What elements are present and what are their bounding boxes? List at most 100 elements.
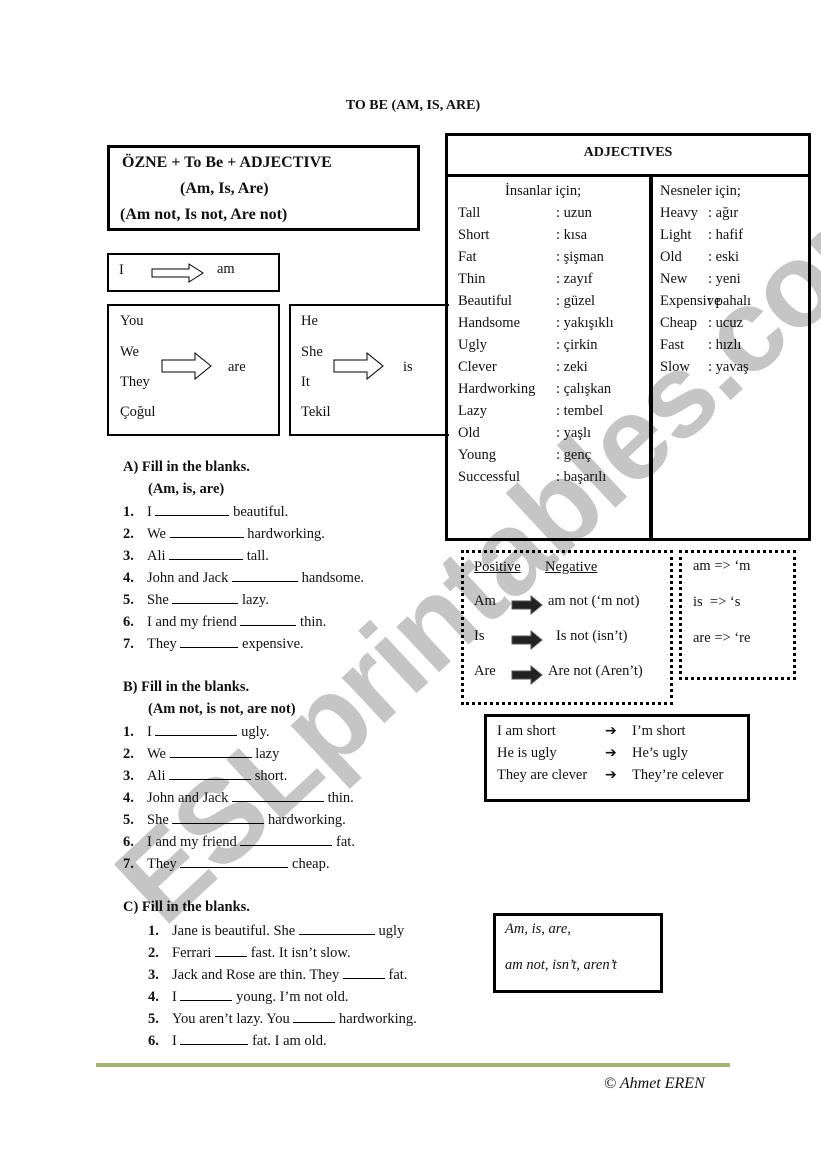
adjective-turkish: : yeni bbox=[708, 271, 741, 287]
pronoun: I bbox=[119, 262, 124, 278]
adjective-turkish: : pahalı bbox=[708, 293, 752, 309]
answer-blank[interactable] bbox=[231, 789, 324, 802]
positive-form: Is bbox=[474, 628, 485, 644]
column-divider bbox=[649, 174, 653, 538]
item-number: 3. bbox=[123, 548, 134, 564]
adjective-turkish: : güzel bbox=[556, 293, 596, 309]
exercise-item: 6. I and my friend fat. bbox=[123, 833, 355, 851]
answer-blank[interactable] bbox=[231, 569, 298, 582]
item-text-before: I and my friend bbox=[147, 834, 237, 850]
exercise-item: 3. Ali short. bbox=[123, 767, 287, 785]
item-text-before: Ali bbox=[147, 768, 166, 784]
item-number: 6. bbox=[123, 614, 134, 630]
item-text-before: I bbox=[147, 504, 152, 520]
exercise-item: 3. Jack and Rose are thin. They fat. bbox=[148, 966, 407, 984]
exercise-b-subheading: (Am not, is not, are not) bbox=[148, 701, 296, 717]
example-full: He is ugly bbox=[497, 745, 557, 761]
item-number: 2. bbox=[123, 526, 134, 542]
answer-blank[interactable] bbox=[172, 811, 265, 824]
answer-blank[interactable] bbox=[293, 1010, 336, 1023]
answer-blank[interactable] bbox=[172, 591, 239, 604]
item-number: 4. bbox=[123, 790, 134, 806]
negative-form: Is not (isn’t) bbox=[556, 628, 628, 644]
exercise-item: 4. John and Jack thin. bbox=[123, 789, 354, 807]
answer-blank[interactable] bbox=[240, 833, 333, 846]
item-text-after: lazy. bbox=[242, 592, 269, 608]
adjective-english: Tall bbox=[458, 205, 481, 221]
adjective-english: Heavy bbox=[660, 205, 698, 221]
arrow-right-icon bbox=[161, 352, 212, 380]
item-text-before: They bbox=[147, 636, 177, 652]
exercise-item: 5. She lazy. bbox=[123, 591, 269, 609]
pronoun-box-plural: You We They Çoğul are bbox=[107, 304, 280, 436]
adjective-row: Successful: başarılı bbox=[458, 466, 614, 488]
people-column: İnsanlar için; Tall: uzun Short: kısa Fat:… bbox=[458, 180, 614, 488]
answer-blank[interactable] bbox=[180, 1032, 249, 1045]
item-text-after: short. bbox=[254, 768, 288, 784]
example-contracted: They’re celever bbox=[632, 767, 724, 783]
exercise-item: 5. She hardworking. bbox=[123, 811, 346, 829]
adjective-row: Slow: yavaş bbox=[660, 356, 751, 378]
item-text-before: Jack and Rose are thin. They bbox=[172, 967, 340, 983]
adjective-row: Cheap: ucuz bbox=[660, 312, 751, 334]
answer-blank[interactable] bbox=[155, 723, 238, 736]
pronoun-box-i: I am bbox=[107, 253, 280, 292]
adjective-turkish: : ağır bbox=[708, 205, 739, 221]
adjective-turkish: : çirkin bbox=[556, 337, 598, 353]
item-text-after: ugly bbox=[378, 923, 405, 939]
contractions-box: am => ‘m is => ‘s are => ‘re bbox=[679, 550, 796, 680]
answer-blank[interactable] bbox=[180, 635, 239, 648]
pronoun: It bbox=[301, 374, 310, 390]
item-number: 5. bbox=[123, 812, 134, 828]
exercise-item: 2. We hardworking. bbox=[123, 525, 325, 543]
answer-blank[interactable] bbox=[169, 525, 244, 538]
adjective-row: Old: eski bbox=[660, 246, 751, 268]
answer-blank[interactable] bbox=[169, 745, 252, 758]
pronoun: We bbox=[120, 344, 139, 360]
adjective-turkish: : çalışkan bbox=[556, 381, 612, 397]
answer-blank[interactable] bbox=[180, 988, 233, 1001]
people-heading: İnsanlar için; bbox=[505, 183, 582, 199]
adjective-row: Thin: zayıf bbox=[458, 268, 614, 290]
example-contracted: He’s ugly bbox=[632, 745, 688, 761]
item-text-before: Jane is beautiful. She bbox=[172, 923, 296, 939]
adjective-turkish: : hızlı bbox=[708, 337, 742, 353]
positive-label: Positive bbox=[474, 559, 521, 575]
item-number: 2. bbox=[123, 746, 134, 762]
item-text-before: John and Jack bbox=[147, 570, 229, 586]
adjective-row: Handsome: yakışıklı bbox=[458, 312, 614, 334]
item-number: 1. bbox=[123, 724, 134, 740]
item-text-before: I and my friend bbox=[147, 614, 237, 630]
item-text-before: We bbox=[147, 746, 166, 762]
adjective-row: Fat: şişman bbox=[458, 246, 614, 268]
answer-blank[interactable] bbox=[240, 613, 297, 626]
word-bank-line-1: Am, is, are, bbox=[505, 921, 571, 937]
bold-arrow-right-icon bbox=[511, 630, 543, 650]
arrow-right-icon: ➔ bbox=[605, 745, 617, 761]
answer-blank[interactable] bbox=[342, 966, 385, 979]
adjective-row: Old: yaşlı bbox=[458, 422, 614, 444]
positive-form: Am bbox=[474, 593, 496, 609]
pronoun-box-singular: He She It Tekil is bbox=[289, 304, 449, 436]
item-text-before: I bbox=[172, 1033, 177, 1049]
exercise-item: 1. I ugly. bbox=[123, 723, 270, 741]
arrow-right-icon bbox=[151, 263, 204, 283]
answer-blank[interactable] bbox=[180, 855, 289, 868]
item-number: 6. bbox=[148, 1033, 159, 1049]
adjective-english: Short bbox=[458, 227, 490, 243]
item-number: 4. bbox=[148, 989, 159, 1005]
answer-blank[interactable] bbox=[298, 922, 375, 935]
adjective-english: Fast bbox=[660, 337, 685, 353]
answer-blank[interactable] bbox=[169, 767, 252, 780]
adjective-english: Fat bbox=[458, 249, 477, 265]
adjective-row: Hardworking: çalışkan bbox=[458, 378, 614, 400]
item-text-after: fat. I am old. bbox=[252, 1033, 327, 1049]
answer-blank[interactable] bbox=[169, 547, 244, 560]
word-bank-box: Am, is, are, am not, isn’t, aren’t bbox=[493, 913, 663, 993]
answer-blank[interactable] bbox=[215, 944, 248, 957]
adjective-english: Thin bbox=[458, 271, 486, 287]
item-text-after: thin. bbox=[327, 790, 354, 806]
item-text-after: fast. It isn’t slow. bbox=[250, 945, 351, 961]
item-number: 7. bbox=[123, 636, 134, 652]
answer-blank[interactable] bbox=[155, 503, 230, 516]
